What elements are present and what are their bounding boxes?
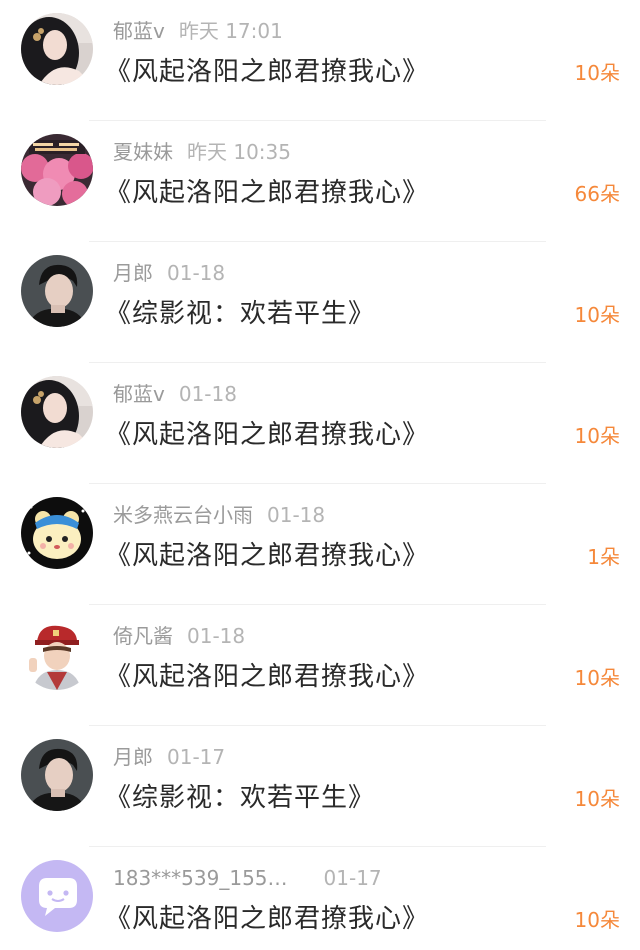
meta-line: 183***539_155… 01-17 bbox=[113, 863, 382, 893]
timestamp: 01-18 bbox=[178, 382, 237, 406]
username[interactable]: 倚凡酱 bbox=[113, 624, 173, 648]
username[interactable]: 郁蓝v bbox=[113, 382, 165, 406]
book-title[interactable]: 《综影视：欢若平生》 bbox=[105, 780, 375, 816]
flower-count: 1朵 bbox=[587, 545, 620, 569]
pink-blossom-icon bbox=[21, 134, 93, 206]
flower-count: 10朵 bbox=[574, 303, 620, 327]
book-title[interactable]: 《综影视：欢若平生》 bbox=[105, 296, 375, 332]
meta-line: 郁蓝v 01-18 bbox=[113, 379, 237, 409]
avatar[interactable] bbox=[21, 860, 93, 932]
meta-line: 倚凡酱 01-18 bbox=[113, 621, 245, 651]
username[interactable]: 米多燕云台小雨 bbox=[113, 503, 253, 527]
list-item[interactable]: 郁蓝v 昨天 17:01 《风起洛阳之郎君撩我心》 10朵 bbox=[0, 0, 640, 121]
book-title[interactable]: 《风起洛阳之郎君撩我心》 bbox=[105, 659, 429, 695]
meta-line: 米多燕云台小雨 01-18 bbox=[113, 500, 325, 530]
meta-line: 月郎 01-17 bbox=[113, 742, 225, 772]
flower-count: 10朵 bbox=[574, 61, 620, 85]
timestamp: 昨天 10:35 bbox=[187, 140, 291, 164]
flower-count: 66朵 bbox=[574, 182, 620, 206]
username[interactable]: 月郎 bbox=[113, 261, 153, 285]
timestamp: 昨天 17:01 bbox=[178, 19, 283, 43]
list-item[interactable]: 米多燕云台小雨 01-18 《风起洛阳之郎君撩我心》 1朵 bbox=[0, 484, 640, 605]
man-portrait-icon bbox=[21, 739, 93, 811]
avatar[interactable] bbox=[21, 134, 93, 206]
timestamp: 01-17 bbox=[167, 745, 226, 769]
flower-count: 10朵 bbox=[574, 787, 620, 811]
woman-portrait-icon bbox=[21, 376, 93, 448]
book-title[interactable]: 《风起洛阳之郎君撩我心》 bbox=[105, 901, 429, 937]
username[interactable]: 夏妹妹 bbox=[113, 140, 173, 164]
list-item[interactable]: 183***539_155… 01-17 《风起洛阳之郎君撩我心》 10朵 bbox=[0, 847, 640, 950]
book-title[interactable]: 《风起洛阳之郎君撩我心》 bbox=[105, 175, 429, 211]
avatar[interactable] bbox=[21, 255, 93, 327]
flower-count: 10朵 bbox=[574, 424, 620, 448]
woman-portrait-icon bbox=[21, 13, 93, 85]
timestamp: 01-17 bbox=[323, 866, 382, 890]
book-title[interactable]: 《风起洛阳之郎君撩我心》 bbox=[105, 417, 429, 453]
avatar[interactable] bbox=[21, 376, 93, 448]
chat-bubble-icon bbox=[21, 860, 93, 932]
avatar[interactable] bbox=[21, 13, 93, 85]
man-portrait-icon bbox=[21, 255, 93, 327]
flower-count: 10朵 bbox=[574, 908, 620, 932]
list-item[interactable]: 夏妹妹 昨天 10:35 《风起洛阳之郎君撩我心》 66朵 bbox=[0, 121, 640, 242]
username[interactable]: 月郎 bbox=[113, 745, 153, 769]
flower-count: 10朵 bbox=[574, 666, 620, 690]
username[interactable]: 郁蓝v bbox=[113, 19, 165, 43]
avatar[interactable] bbox=[21, 739, 93, 811]
list-item[interactable]: 月郎 01-18 《综影视：欢若平生》 10朵 bbox=[0, 242, 640, 363]
list-item[interactable]: 郁蓝v 01-18 《风起洛阳之郎君撩我心》 10朵 bbox=[0, 363, 640, 484]
avatar[interactable] bbox=[21, 618, 93, 690]
timestamp: 01-18 bbox=[267, 503, 326, 527]
flower-gift-list: 郁蓝v 昨天 17:01 《风起洛阳之郎君撩我心》 10朵 夏妹妹 昨天 10:35 bbox=[0, 0, 640, 950]
meta-line: 夏妹妹 昨天 10:35 bbox=[113, 137, 291, 167]
red-cap-boy-icon bbox=[21, 618, 93, 690]
list-item[interactable]: 倚凡酱 01-18 《风起洛阳之郎君撩我心》 10朵 bbox=[0, 605, 640, 726]
list-item[interactable]: 月郎 01-17 《综影视：欢若平生》 10朵 bbox=[0, 726, 640, 847]
timestamp: 01-18 bbox=[187, 624, 246, 648]
book-title[interactable]: 《风起洛阳之郎君撩我心》 bbox=[105, 538, 429, 574]
book-title[interactable]: 《风起洛阳之郎君撩我心》 bbox=[105, 54, 429, 90]
cartoon-bear-icon bbox=[21, 497, 93, 569]
meta-line: 郁蓝v 昨天 17:01 bbox=[113, 16, 283, 46]
meta-line: 月郎 01-18 bbox=[113, 258, 225, 288]
username[interactable]: 183***539_155… bbox=[113, 866, 288, 890]
avatar[interactable] bbox=[21, 497, 93, 569]
timestamp: 01-18 bbox=[167, 261, 226, 285]
